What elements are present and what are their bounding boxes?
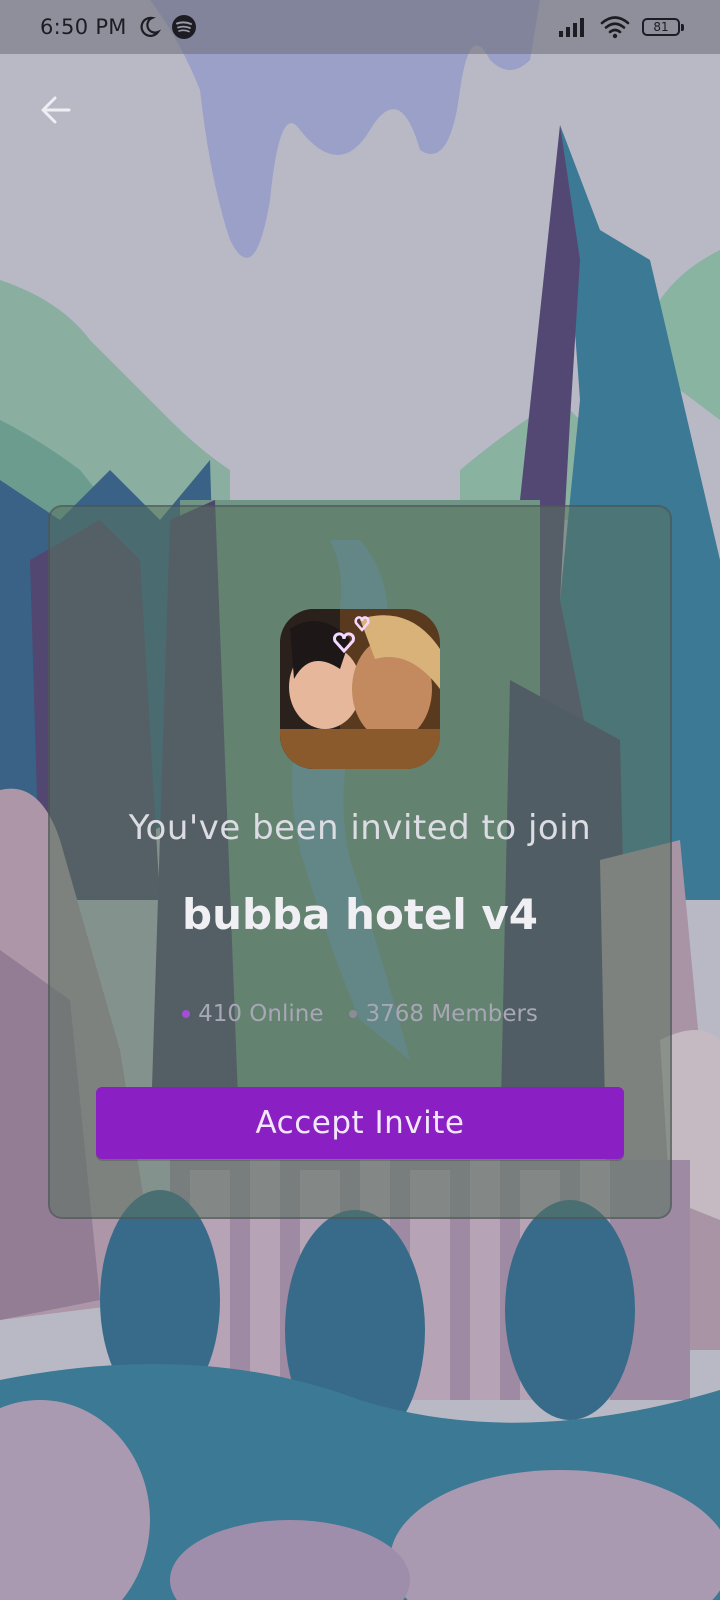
moon-icon [140,16,161,37]
online-dot [182,1010,191,1018]
status-bar: 6:50 PM 81 [0,0,720,54]
online-count: 410 Online [198,1001,324,1027]
wifi-icon [600,16,630,39]
status-time: 6:50 PM [40,15,127,39]
arrow-left-icon [41,96,71,124]
accept-invite-button[interactable]: Accept Invite [96,1087,624,1159]
battery-level: 81 [653,20,669,34]
member-count: 3768 Members [365,1001,538,1027]
server-stats: 410 Online 3768 Members [48,1001,672,1027]
server-avatar-image [280,609,440,769]
invite-heading: You've been invited to join [128,808,592,848]
status-right: 81 [558,15,684,39]
members-dot [349,1010,358,1018]
members-stat: 3768 Members [349,1001,538,1027]
signal-icon [559,18,584,37]
back-button[interactable] [34,88,78,132]
server-avatar [280,609,440,769]
server-name: bubba hotel v4 [182,890,538,939]
status-left: 6:50 PM [40,14,197,40]
accept-invite-label: Accept Invite [255,1105,465,1141]
spotify-icon [171,15,196,39]
online-stat: 410 Online [182,1001,323,1027]
battery-icon: 81 [642,18,684,36]
